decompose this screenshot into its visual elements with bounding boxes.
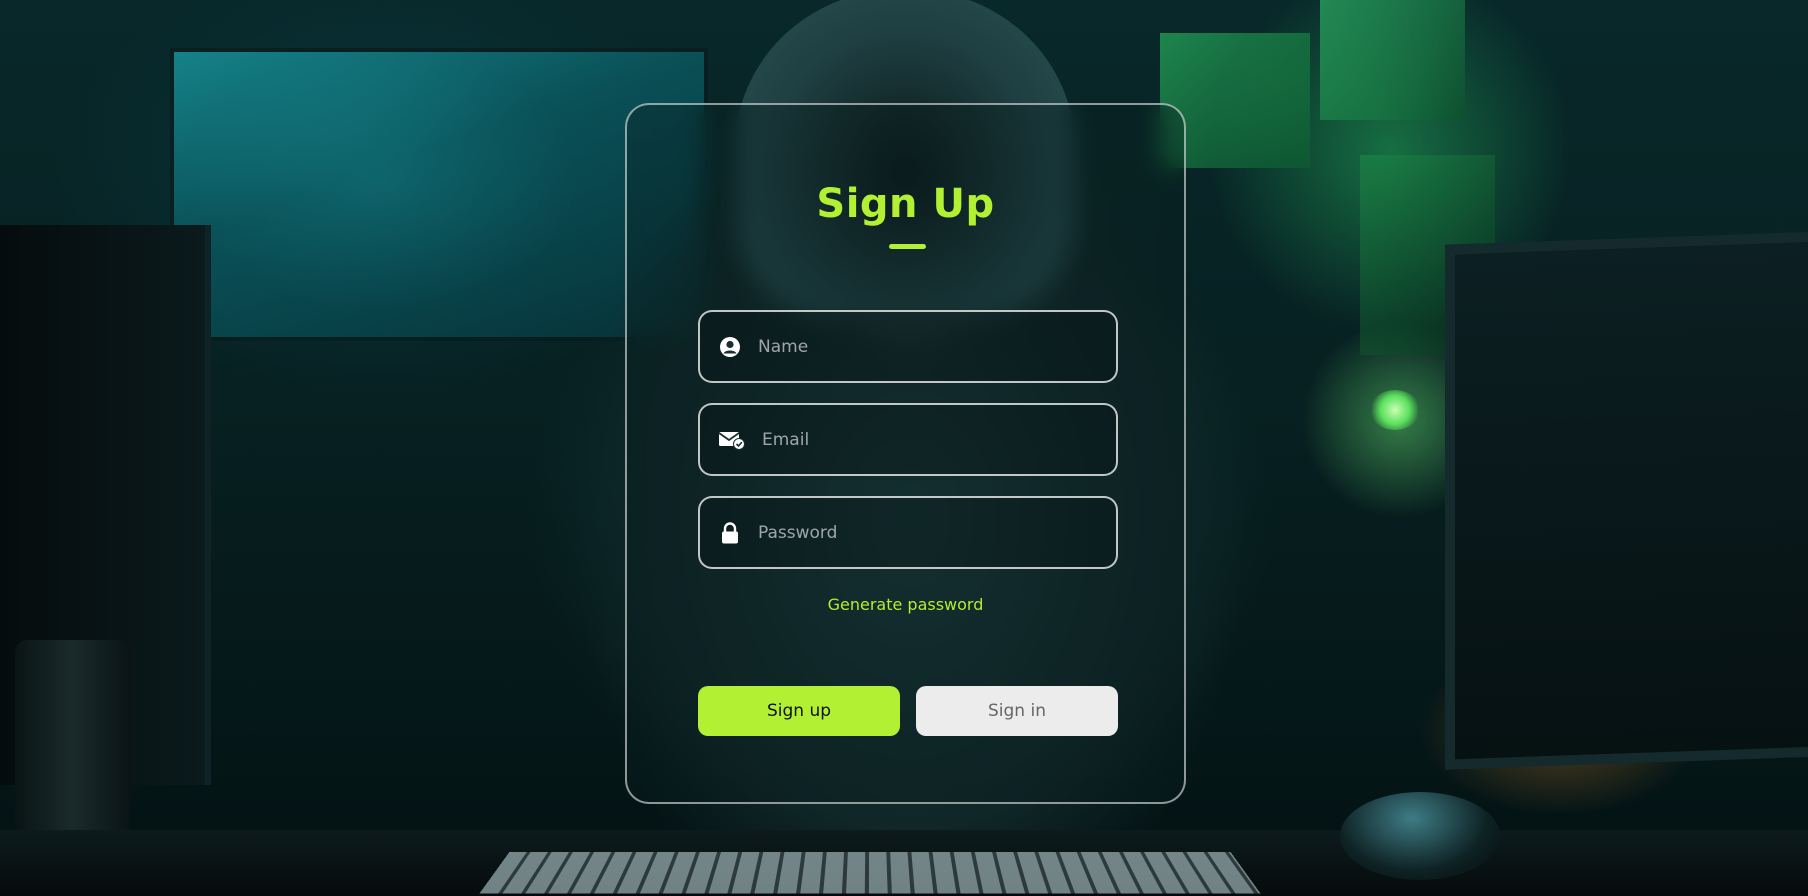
background-monitor-right bbox=[1445, 231, 1808, 769]
envelope-check-icon bbox=[718, 428, 746, 452]
password-input[interactable] bbox=[756, 522, 1100, 544]
form-title: Sign Up bbox=[627, 181, 1184, 227]
generate-password-link[interactable]: Generate password bbox=[627, 595, 1184, 614]
name-field[interactable] bbox=[698, 310, 1118, 383]
password-field[interactable] bbox=[698, 496, 1118, 569]
sign-up-button[interactable]: Sign up bbox=[698, 686, 900, 736]
signup-card: Sign Up Name Email Generate password Sig… bbox=[625, 103, 1186, 804]
background-mouse bbox=[1340, 792, 1500, 880]
lock-icon bbox=[718, 521, 742, 545]
page: Sign Up Name Email Generate password Sig… bbox=[0, 0, 1808, 896]
name-input[interactable] bbox=[756, 336, 1100, 358]
title-underline bbox=[889, 244, 926, 249]
email-field[interactable] bbox=[698, 403, 1118, 476]
email-input[interactable] bbox=[760, 429, 1104, 451]
sign-in-button[interactable]: Sign in bbox=[916, 686, 1118, 736]
background-keyboard bbox=[479, 852, 1260, 894]
user-circle-icon bbox=[718, 335, 742, 359]
